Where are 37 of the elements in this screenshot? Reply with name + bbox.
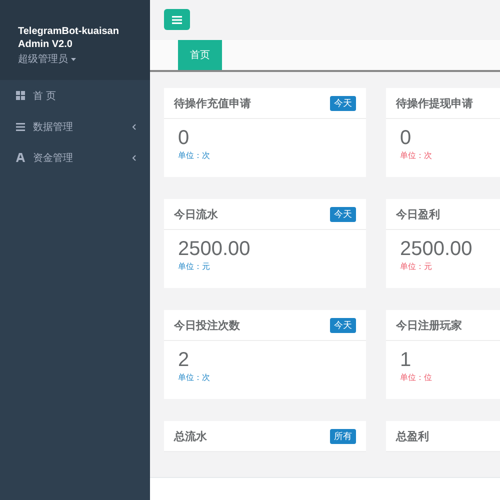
card-title: 待操作充值申请 bbox=[174, 96, 251, 110]
sidebar-item[interactable]: 数据管理 bbox=[0, 111, 150, 142]
period-badge: 今天 bbox=[330, 318, 356, 332]
caret-icon bbox=[71, 58, 76, 60]
unit-label: 单位：元 bbox=[400, 261, 432, 272]
card-title: 总盈利 bbox=[396, 428, 429, 444]
card-title: 今日投注次数 bbox=[174, 318, 240, 332]
unit-label: 单位：元 bbox=[178, 261, 210, 272]
stat-value: 0 bbox=[178, 127, 190, 150]
app-version: Admin V2.0 bbox=[18, 39, 74, 50]
list-icon bbox=[16, 122, 25, 130]
sidebar-item[interactable]: 资金管理 bbox=[0, 142, 150, 173]
stat-value: 2500.00 bbox=[178, 238, 250, 261]
stat-value: 0 bbox=[400, 127, 412, 150]
card-title: 今日流水 bbox=[174, 206, 218, 222]
period-badge: 今天 bbox=[330, 206, 356, 222]
unit-label: 单位：次 bbox=[178, 150, 210, 161]
menu-button[interactable] bbox=[164, 9, 190, 30]
app-title: TelegramBot-kuaisan bbox=[18, 26, 120, 37]
font-icon bbox=[16, 153, 25, 162]
tab[interactable]: 首页 bbox=[178, 40, 222, 70]
unit-label: 单位：次 bbox=[400, 150, 432, 161]
period-badge: 所有 bbox=[330, 428, 356, 444]
period-badge: 今天 bbox=[330, 96, 356, 110]
card-title: 总流水 bbox=[174, 428, 207, 444]
card-title: 今日注册玩家 bbox=[396, 318, 462, 332]
grid-icon bbox=[16, 91, 25, 100]
stat-value: 2 bbox=[178, 349, 190, 372]
card-title: 今日盈利 bbox=[396, 206, 440, 222]
menu-icon bbox=[172, 16, 182, 24]
unit-label: 单位：次 bbox=[178, 372, 210, 383]
stat-value: 2500.00 bbox=[400, 238, 472, 261]
role-menu[interactable]: 超级管理员 bbox=[18, 52, 132, 66]
sidebar-item[interactable]: 首 页 bbox=[0, 80, 150, 111]
unit-label: 单位：位 bbox=[400, 372, 432, 383]
card-title: 待操作提现申请 bbox=[396, 96, 473, 110]
stat-value: 1 bbox=[400, 349, 412, 372]
